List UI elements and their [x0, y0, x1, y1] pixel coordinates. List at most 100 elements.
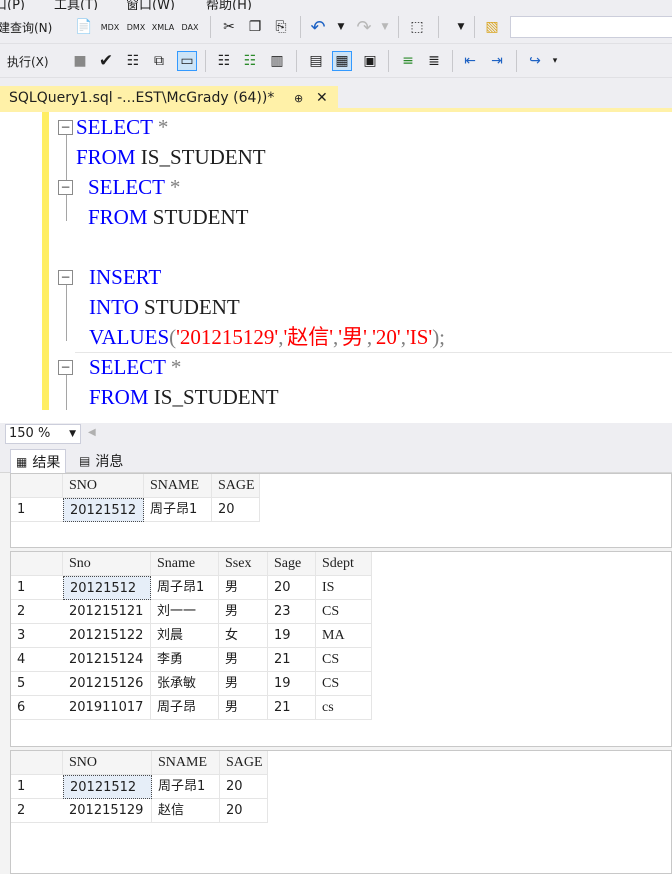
row-number[interactable]: 6	[11, 696, 63, 720]
row-number[interactable]: 2	[11, 799, 63, 823]
grid-cell[interactable]: 张承敏	[151, 672, 219, 696]
client-stats-icon[interactable]: ▥	[267, 51, 287, 71]
column-header[interactable]: SAGE	[212, 474, 260, 498]
new-query-button[interactable]: 建查询(N)	[0, 17, 64, 37]
solution-config-dropdown-icon[interactable]: ▼	[456, 17, 466, 37]
grid-cell[interactable]: 23	[268, 600, 316, 624]
live-stats-icon[interactable]: ☷	[240, 51, 260, 71]
grid-cell[interactable]: 201215121	[63, 600, 151, 624]
row-number[interactable]: 1	[11, 775, 63, 799]
column-header[interactable]: Sno	[63, 552, 151, 576]
paste-icon[interactable]: ⎘	[271, 17, 291, 37]
database-query-icon[interactable]: 📄	[74, 17, 94, 37]
grid-cell[interactable]: 201911017	[63, 696, 151, 720]
results-to-file-icon[interactable]: ▣	[360, 51, 380, 71]
tab-messages[interactable]: ▤ 消息	[74, 449, 128, 473]
grid-cell[interactable]: 20	[268, 576, 316, 600]
grid-cell[interactable]: 男	[219, 672, 268, 696]
row-number[interactable]: 3	[11, 624, 63, 648]
toolbar-search-input[interactable]	[510, 16, 672, 38]
menu-item-window[interactable]: 窗口(W)	[126, 0, 175, 10]
column-header[interactable]: Sage	[268, 552, 316, 576]
grid-cell[interactable]: 20	[220, 799, 268, 823]
column-header[interactable]: Ssex	[219, 552, 268, 576]
grid-cell[interactable]: 20	[220, 775, 268, 799]
result-grid-3[interactable]: SNO SNAME SAGE 1 20121512 周子昂1 20 2 2012…	[10, 750, 672, 874]
grid-cell[interactable]: 周子昂1	[152, 775, 220, 799]
execute-button[interactable]: 执行(X)	[7, 51, 61, 71]
grid-cell[interactable]: 201215129	[63, 799, 152, 823]
menu-item-tools[interactable]: 工具(T)	[54, 0, 98, 10]
undo-dropdown-icon[interactable]: ▼	[336, 17, 346, 37]
grid-cell[interactable]: 201215126	[63, 672, 151, 696]
increase-indent-icon[interactable]: ⇥	[487, 51, 507, 71]
grid-cell[interactable]: CS	[316, 600, 372, 624]
grid-cell[interactable]: CS	[316, 672, 372, 696]
comment-out-icon[interactable]: ≡	[398, 51, 418, 71]
column-header[interactable]: SNO	[63, 474, 144, 498]
grid-cell[interactable]: 刘一一	[151, 600, 219, 624]
specify-template-values-icon[interactable]: ↪	[525, 51, 545, 71]
dax-query-button[interactable]: DAX	[180, 17, 200, 37]
grid-cell[interactable]: 20121512	[63, 775, 152, 799]
grid-cell[interactable]: MA	[316, 624, 372, 648]
row-number[interactable]: 4	[11, 648, 63, 672]
collapse-region-icon[interactable]: −	[58, 120, 73, 135]
scroll-left-icon[interactable]: ◀	[88, 427, 96, 438]
results-to-grid-icon[interactable]: ▦	[332, 51, 352, 71]
row-number[interactable]: 1	[11, 576, 63, 600]
tab-sqlquery1[interactable]: SQLQuery1.sql -...EST\McGrady (64))* ⊕ ✕	[0, 86, 338, 110]
grid-cell[interactable]: cs	[316, 696, 372, 720]
result-grid-2[interactable]: Sno Sname Ssex Sage Sdept 1 20121512 周子昂…	[10, 551, 672, 747]
include-plan-icon[interactable]: ☷	[214, 51, 234, 71]
column-header[interactable]: SNO	[63, 751, 152, 775]
mdx-query-button[interactable]: MDX	[100, 17, 120, 37]
results-to-text-icon[interactable]: ▤	[306, 51, 326, 71]
grid-cell[interactable]: 男	[219, 576, 268, 600]
grid-cell[interactable]: 赵信	[152, 799, 220, 823]
redo-icon[interactable]: ↷	[354, 17, 374, 38]
row-number[interactable]: 1	[11, 498, 63, 522]
menu-item-project[interactable]: 口(P)	[0, 0, 25, 10]
grid-cell[interactable]: 男	[219, 648, 268, 672]
grid-cell[interactable]: 19	[268, 624, 316, 648]
row-number[interactable]: 2	[11, 600, 63, 624]
grid-cell[interactable]: 周子昂1	[151, 576, 219, 600]
uncomment-icon[interactable]: ≣	[424, 51, 444, 71]
column-header[interactable]: Sdept	[316, 552, 372, 576]
grid-cell[interactable]: 刘晨	[151, 624, 219, 648]
redo-dropdown-icon[interactable]: ▼	[380, 17, 390, 37]
grid-cell[interactable]: 19	[268, 672, 316, 696]
row-number[interactable]: 5	[11, 672, 63, 696]
grid-cell[interactable]: 20	[212, 498, 260, 522]
tab-results[interactable]: ▦ 结果	[10, 449, 67, 473]
grid-cell[interactable]: 20121512	[63, 576, 151, 600]
query-designer-icon[interactable]: ⧉	[149, 51, 169, 71]
collapse-region-icon[interactable]: −	[58, 360, 73, 375]
column-header[interactable]: SAGE	[220, 751, 268, 775]
close-icon[interactable]: ✕	[316, 90, 328, 106]
column-header[interactable]: Sname	[151, 552, 219, 576]
undo-icon[interactable]: ↶	[308, 17, 328, 38]
dmx-query-button[interactable]: DMX	[126, 17, 146, 37]
stop-icon[interactable]: ■	[70, 51, 90, 71]
query-editor[interactable]: − − − − SELECT * FROM IS_STUDENT SELECT …	[0, 112, 672, 412]
grid-cell[interactable]: 20121512	[63, 498, 144, 522]
copy-icon[interactable]: ❐	[245, 17, 265, 37]
grid-cell[interactable]: 李勇	[151, 648, 219, 672]
grid-cell[interactable]: 201215122	[63, 624, 151, 648]
grid-cell[interactable]: 男	[219, 600, 268, 624]
menu-item-help[interactable]: 帮助(H)	[206, 0, 252, 10]
xmla-query-button[interactable]: XMLA	[152, 17, 175, 37]
activity-monitor-icon[interactable]: ⬚	[407, 17, 427, 37]
pin-icon[interactable]: ⊕	[294, 92, 303, 105]
object-explorer-icon[interactable]: ▧	[482, 17, 502, 37]
parse-check-icon[interactable]: ✔	[96, 51, 116, 71]
grid-cell[interactable]: 201215124	[63, 648, 151, 672]
grid-cell[interactable]: 21	[268, 648, 316, 672]
decrease-indent-icon[interactable]: ⇤	[460, 51, 480, 71]
grid-cell[interactable]: 周子昂1	[144, 498, 212, 522]
grid-cell[interactable]: 女	[219, 624, 268, 648]
estimated-plan-icon[interactable]: ☷	[123, 51, 143, 71]
toolbar-overflow-icon[interactable]: ▾	[550, 51, 560, 71]
